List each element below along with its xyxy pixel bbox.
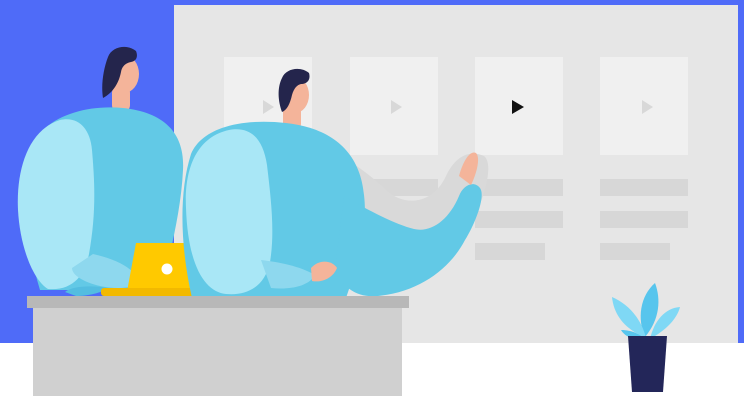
placeholder-line xyxy=(600,243,670,260)
plant-pot xyxy=(628,336,667,392)
placeholder-line xyxy=(475,179,563,196)
team-presentation-illustration xyxy=(0,0,744,396)
arm-left xyxy=(185,129,273,295)
placeholder-line xyxy=(600,179,688,196)
laptop-logo-icon xyxy=(161,263,173,275)
desk-top xyxy=(27,296,409,308)
placeholder-line xyxy=(600,211,688,228)
placeholder-line xyxy=(475,211,563,228)
desk-front xyxy=(33,308,402,396)
laptop-base xyxy=(101,288,193,296)
desk xyxy=(27,296,409,396)
illustration xyxy=(0,0,744,396)
placeholder-line xyxy=(475,243,545,260)
